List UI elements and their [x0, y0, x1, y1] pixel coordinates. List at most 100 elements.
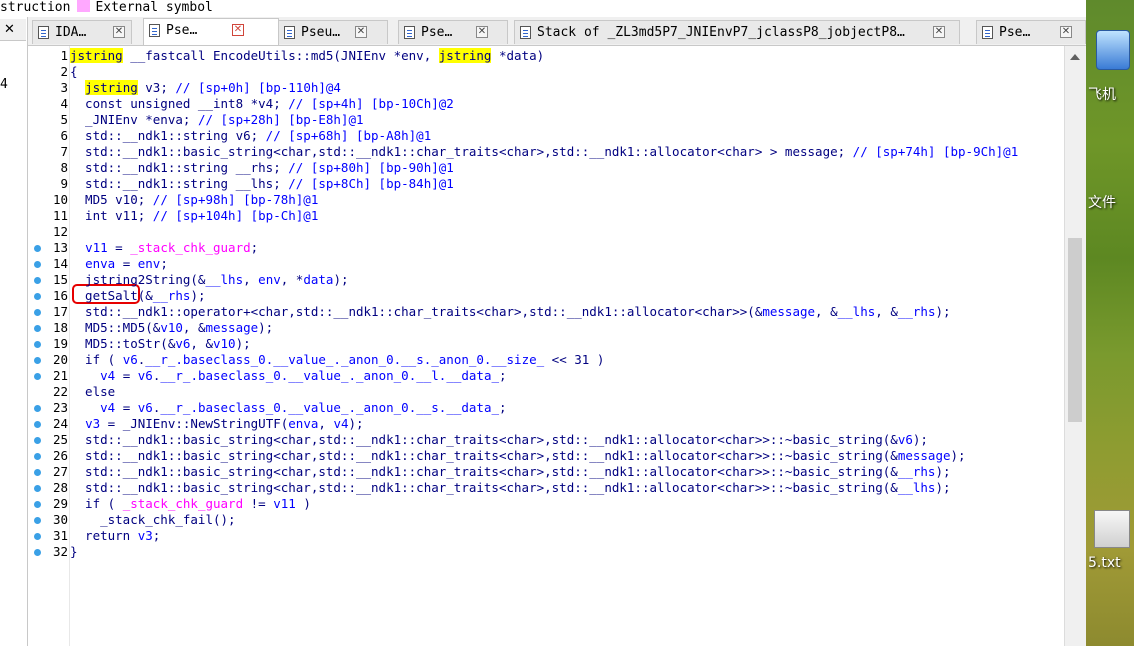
breakpoint-dot-icon[interactable]: [34, 405, 41, 412]
code-token: _JNIEnv *enva;: [70, 112, 198, 127]
code-line[interactable]: 25 std::__ndk1::basic_string<char,std::_…: [28, 432, 1064, 448]
tab-stack-frame[interactable]: Stack of _ZL3md5P7_JNIEnvP7_jclassP8_job…: [514, 20, 960, 44]
code-line[interactable]: 31 return v3;: [28, 528, 1064, 544]
vertical-scrollbar[interactable]: [1064, 46, 1086, 646]
breakpoint-dot-icon[interactable]: [34, 437, 41, 444]
desktop-app-icon[interactable]: [1096, 30, 1130, 70]
tab-pseudocode-3[interactable]: Pse… ✕: [398, 20, 508, 44]
tab-close-icon[interactable]: ✕: [476, 26, 488, 38]
code-line[interactable]: 11 int v11; // [sp+104h] [bp-Ch]@1: [28, 208, 1064, 224]
code-line[interactable]: 21 v4 = v6.__r_.baseclass_0.__value_._an…: [28, 368, 1064, 384]
legend-bar: struction External symbol: [0, 0, 1086, 17]
tab-close-icon[interactable]: ✕: [113, 26, 125, 38]
desktop-label-txt-file[interactable]: 5.txt: [1088, 555, 1121, 571]
breakpoint-dot-icon[interactable]: [34, 341, 41, 348]
left-panel-close-icon[interactable]: ✕: [0, 19, 26, 41]
tab-label: Pse…: [421, 25, 453, 40]
keyword-token: jstring: [438, 48, 492, 63]
line-number: 14: [52, 256, 68, 271]
code-line[interactable]: 30 _stack_chk_fail();: [28, 512, 1064, 528]
code-line[interactable]: 1 jstring __fastcall EncodeUtils::md5(JNI…: [28, 48, 1064, 64]
code-line[interactable]: 18 MD5::MD5(&v10, &message);: [28, 320, 1064, 336]
breakpoint-dot-icon[interactable]: [34, 357, 41, 364]
breakpoint-dot-icon[interactable]: [34, 277, 41, 284]
code-line[interactable]: 5 _JNIEnv *enva; // [sp+28h] [bp-E8h]@1: [28, 112, 1064, 128]
breakpoint-dot-icon[interactable]: [34, 485, 41, 492]
tab-close-icon[interactable]: ✕: [1060, 26, 1072, 38]
code-line[interactable]: 19 MD5::toStr(&v6, &v10);: [28, 336, 1064, 352]
tab-pseudocode-4[interactable]: Pse… ✕: [976, 20, 1086, 44]
breakpoint-dot-icon[interactable]: [34, 501, 41, 508]
code-line[interactable]: 24 v3 = _JNIEnv::NewStringUTF(enva, v4);: [28, 416, 1064, 432]
line-number: 21: [52, 368, 68, 383]
code-token: ;: [499, 368, 507, 383]
code-token: env: [137, 256, 161, 271]
code-line[interactable]: 22 else: [28, 384, 1064, 400]
desktop-label-wenjian[interactable]: 文件: [1088, 192, 1116, 212]
code-line[interactable]: 2{: [28, 64, 1064, 80]
code-text: else: [70, 384, 115, 400]
line-number: 17: [52, 304, 68, 319]
pseudocode-view[interactable]: 1 jstring __fastcall EncodeUtils::md5(JNI…: [28, 46, 1064, 646]
code-token: MD5 v10;: [70, 192, 153, 207]
code-line[interactable]: 15 jstring2String(&__lhs, env, *data);: [28, 272, 1064, 288]
code-token: return: [70, 528, 138, 543]
text-file-icon[interactable]: [1094, 510, 1130, 548]
code-line[interactable]: 20 if ( v6.__r_.baseclass_0.__value_._an…: [28, 352, 1064, 368]
code-line[interactable]: 17 std::__ndk1::operator+<char,std::__nd…: [28, 304, 1064, 320]
code-line[interactable]: 12: [28, 224, 1064, 240]
breakpoint-dot-icon[interactable]: [34, 245, 41, 252]
tab-pseudocode-2[interactable]: Pseu… ✕: [278, 20, 388, 44]
code-line[interactable]: 13 v11 = _stack_chk_guard;: [28, 240, 1064, 256]
code-token: v4: [333, 416, 349, 431]
code-line[interactable]: 27 std::__ndk1::basic_string<char,std::_…: [28, 464, 1064, 480]
desktop-label-feiji[interactable]: 飞机: [1088, 84, 1116, 104]
breakpoint-dot-icon[interactable]: [34, 421, 41, 428]
code-token: );: [348, 416, 364, 431]
tab-pseudocode-active[interactable]: Pse… ✕: [143, 18, 279, 45]
code-line[interactable]: 4 const unsigned __int8 *v4; // [sp+4h] …: [28, 96, 1064, 112]
tab-close-icon[interactable]: ✕: [933, 26, 945, 38]
code-line[interactable]: 23 v4 = v6.__r_.baseclass_0.__value_._an…: [28, 400, 1064, 416]
tab-ida-view[interactable]: IDA… ✕: [32, 20, 132, 44]
code-token: // [sp+8Ch] [bp-84h]@1: [288, 176, 454, 191]
breakpoint-dot-icon[interactable]: [34, 309, 41, 316]
tab-close-icon[interactable]: ✕: [355, 26, 367, 38]
tab-close-icon[interactable]: ✕: [232, 24, 244, 36]
line-number: 13: [52, 240, 68, 255]
code-token: ,: [243, 272, 259, 287]
code-line[interactable]: 28 std::__ndk1::basic_string<char,std::_…: [28, 480, 1064, 496]
code-line[interactable]: 26 std::__ndk1::basic_string<char,std::_…: [28, 448, 1064, 464]
code-token: std::__ndk1::string __lhs;: [70, 176, 289, 191]
code-line[interactable]: 7 std::__ndk1::basic_string<char,std::__…: [28, 144, 1064, 160]
code-token: const unsigned __int8 *v4;: [70, 96, 289, 111]
breakpoint-dot-icon[interactable]: [34, 533, 41, 540]
code-token: __r_.baseclass_0.__value_._anon_0.__s._a…: [145, 352, 545, 367]
breakpoint-dot-icon[interactable]: [34, 549, 41, 556]
breakpoint-dot-icon[interactable]: [34, 261, 41, 268]
breakpoint-dot-icon[interactable]: [34, 517, 41, 524]
scroll-thumb[interactable]: [1068, 238, 1082, 422]
code-line[interactable]: 3 jstring v3; // [sp+0h] [bp-110h]@4: [28, 80, 1064, 96]
breakpoint-dot-icon[interactable]: [34, 453, 41, 460]
line-number: 6: [60, 128, 68, 143]
breakpoint-dot-icon[interactable]: [34, 293, 41, 300]
code-token: v6: [175, 336, 191, 351]
code-token: v3;: [137, 80, 176, 95]
code-line[interactable]: 8 std::__ndk1::string __rhs; // [sp+80h]…: [28, 160, 1064, 176]
code-token: __lhs: [897, 480, 936, 495]
breakpoint-dot-icon[interactable]: [34, 325, 41, 332]
breakpoint-dot-icon[interactable]: [34, 469, 41, 476]
code-line[interactable]: 29 if ( _stack_chk_guard != v11 ): [28, 496, 1064, 512]
code-line[interactable]: 6 std::__ndk1::string v6; // [sp+68h] [b…: [28, 128, 1064, 144]
line-number: 9: [60, 176, 68, 191]
code-line[interactable]: 14 enva = env;: [28, 256, 1064, 272]
code-line[interactable]: 10 MD5 v10; // [sp+98h] [bp-78h]@1: [28, 192, 1064, 208]
code-line[interactable]: 9 std::__ndk1::string __lhs; // [sp+8Ch]…: [28, 176, 1064, 192]
breakpoint-dot-icon[interactable]: [34, 373, 41, 380]
code-line[interactable]: 32}: [28, 544, 1064, 560]
scroll-up-arrow-icon[interactable]: [1070, 54, 1080, 60]
code-line[interactable]: 16 getSalt(&__rhs);: [28, 288, 1064, 304]
code-token: std::__ndk1::basic_string<char,std::__nd…: [70, 144, 853, 159]
